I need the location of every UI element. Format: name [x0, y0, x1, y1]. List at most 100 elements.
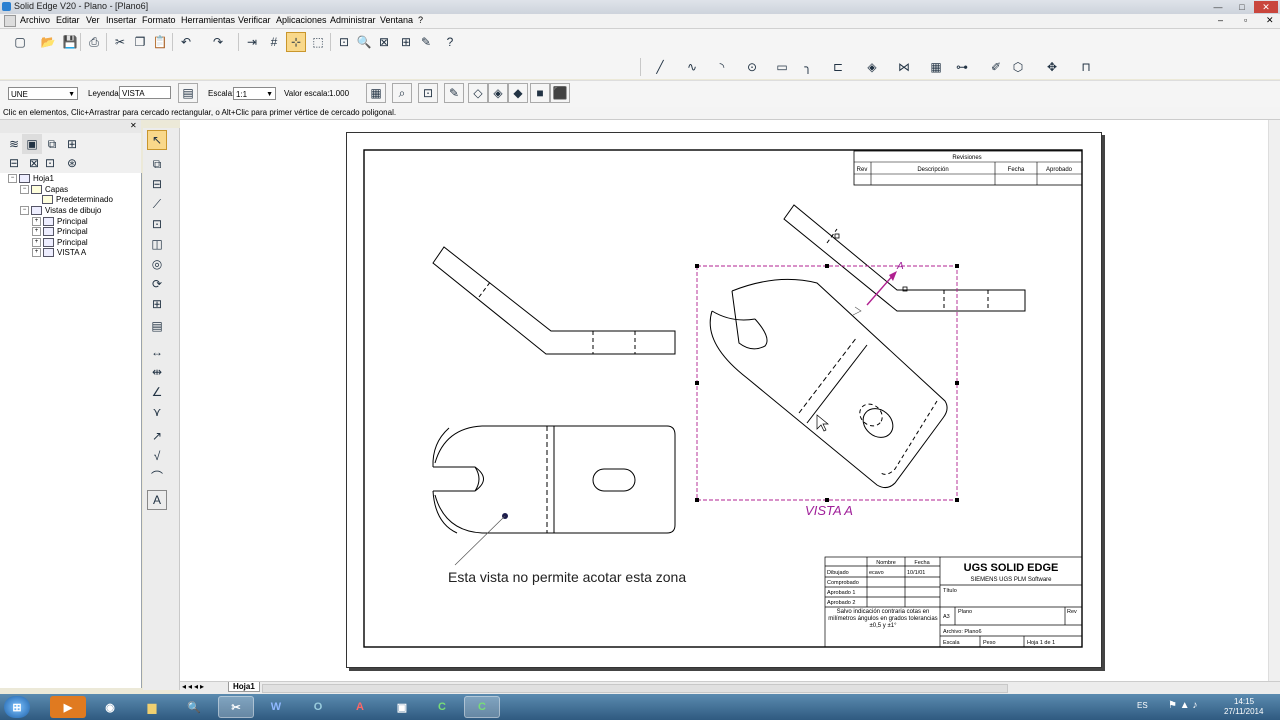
fillet-icon[interactable]: ╮ [798, 57, 818, 77]
leyenda-properties-icon[interactable]: ▤ [178, 83, 198, 103]
cut-icon[interactable]: ✂ [110, 32, 130, 52]
move-icon[interactable]: ✥ [1042, 57, 1062, 77]
taskbar-solid-edge[interactable]: C [464, 696, 500, 718]
zoom-icon[interactable]: 🔍 [354, 32, 374, 52]
panel-close-icon[interactable]: ✕ [130, 121, 137, 130]
menu-ventana[interactable]: Ventana [380, 15, 413, 25]
doc-restore-button[interactable]: ▫ [1244, 15, 1247, 25]
style-select[interactable]: UNE ▼ [8, 87, 78, 100]
copy-icon[interactable]: ❐ [130, 32, 150, 52]
text-tool-icon[interactable]: A [147, 490, 167, 510]
valor-escala-input[interactable]: 1.000 [326, 86, 358, 99]
document-icon[interactable] [4, 15, 16, 27]
view-detail-icon[interactable]: ⊡ [418, 83, 438, 103]
pattern-icon[interactable]: ⋈ [894, 57, 914, 77]
sheet-tab-hoja1[interactable]: Hoja1 [228, 682, 260, 692]
dimension-tool-icon[interactable]: ↔ [147, 342, 167, 362]
doc-minimize-button[interactable]: – [1218, 15, 1223, 25]
surface-finish-icon[interactable]: √ [147, 446, 167, 466]
save-icon[interactable]: 💾 [60, 32, 80, 52]
leader-icon[interactable]: ↗ [147, 426, 167, 446]
paste-icon[interactable]: 📋 [150, 32, 170, 52]
shade-hidden-icon[interactable]: ◈ [488, 83, 508, 103]
tool-a-icon[interactable]: ⊟ [4, 153, 24, 173]
view-edit-icon[interactable]: ✎ [444, 83, 464, 103]
menu-aplicaciones[interactable]: Aplicaciones [276, 15, 327, 25]
zoom-area-icon[interactable]: ⬚ [308, 32, 328, 52]
curve-icon[interactable]: ∿ [682, 57, 702, 77]
insert-icon[interactable]: ⊓ [1076, 57, 1096, 77]
menu-ver[interactable]: Ver [86, 15, 100, 25]
taskbar-media-player[interactable]: ▶ [50, 696, 86, 718]
fit-icon[interactable]: ⊠ [374, 32, 394, 52]
redo-icon[interactable]: ↷ [208, 32, 228, 52]
update-view-icon[interactable]: ⊞ [147, 294, 167, 314]
dimension-icon[interactable]: ⊶ [952, 57, 972, 77]
drawing-sheet[interactable]: Revisiones Rev Descripción Fecha Aprobad… [346, 132, 1102, 668]
new-file-icon[interactable]: ▢ [10, 32, 30, 52]
taskbar-desktop[interactable]: ▣ [384, 696, 420, 718]
pan-icon[interactable]: ⊞ [396, 32, 416, 52]
menu-verificar[interactable]: Verificar [238, 15, 271, 25]
distance-icon[interactable]: ⋎ [147, 402, 167, 422]
view-props-icon[interactable]: ▦ [366, 83, 386, 103]
tray-icons[interactable]: ⚑ ▲ ♪ [1168, 700, 1197, 711]
tree-capas[interactable]: − Capas [20, 185, 68, 195]
rectangle-icon[interactable]: ▭ [772, 57, 792, 77]
doc-close-button[interactable]: ✕ [1266, 15, 1274, 26]
tab-groups-icon[interactable]: ⧉ [42, 134, 62, 154]
minimize-button[interactable]: — [1206, 1, 1230, 13]
taskbar-acrobat[interactable]: A [342, 696, 378, 718]
circle-icon[interactable]: ⊙ [742, 57, 762, 77]
taskbar-excel[interactable]: C [424, 696, 460, 718]
menu-insertar[interactable]: Insertar [106, 15, 137, 25]
principal-view-icon[interactable]: ⊟ [147, 174, 167, 194]
auxiliary-view-icon[interactable]: ⟋ [147, 194, 167, 214]
sheet-nav-arrows[interactable]: ◂◂◂▸ [182, 682, 206, 691]
taskbar-magnifier[interactable]: 🔍 [176, 696, 212, 718]
close-button[interactable]: ✕ [1254, 1, 1278, 13]
hatch-icon[interactable]: ▦ [926, 57, 946, 77]
taskbar-chrome[interactable]: ◉ [92, 696, 128, 718]
zoom-window-icon[interactable]: ⊡ [334, 32, 354, 52]
leyenda-input[interactable]: VISTA [119, 86, 171, 99]
select-arrow-icon[interactable]: ↖ [147, 130, 167, 150]
detail-view-icon[interactable]: ◎ [147, 254, 167, 274]
tools-icon[interactable]: ✎ [416, 32, 436, 52]
3d-box-icon[interactable]: ⬡ [1008, 57, 1028, 77]
tab-features-icon[interactable]: ⊞ [62, 134, 82, 154]
shade-full-icon[interactable]: ⬛ [550, 83, 570, 103]
line-icon[interactable]: ╱ [650, 57, 670, 77]
shade-wire-icon[interactable]: ◇ [468, 83, 488, 103]
tree-view-2[interactable]: + Principal [32, 227, 88, 237]
maximize-button[interactable]: □ [1230, 1, 1254, 13]
menu-administrar[interactable]: Administrar [330, 15, 376, 25]
broken-view-icon[interactable]: ◫ [147, 234, 167, 254]
tab-layers-icon[interactable]: ≋ [4, 134, 24, 154]
trim-icon[interactable]: ⊏ [828, 57, 848, 77]
angle-dimension-icon[interactable]: ∠ [147, 382, 167, 402]
arc-icon[interactable]: ◝ [712, 57, 732, 77]
tree-root[interactable]: − Hoja1 [8, 174, 54, 184]
select-tool-icon[interactable]: ⊹ [286, 32, 306, 52]
taskbar-cut[interactable]: ✂ [218, 696, 254, 718]
align-icon[interactable]: ⇥ [242, 32, 262, 52]
fill-icon[interactable]: ◈ [862, 57, 882, 77]
view-zoom-icon[interactable]: ⌕ [392, 83, 412, 103]
menu-editar[interactable]: Editar [56, 15, 80, 25]
horizontal-scrollbar[interactable] [262, 684, 1008, 693]
language-indicator[interactable]: ES [1137, 701, 1148, 710]
help-icon[interactable]: ? [440, 32, 460, 52]
menu-formato[interactable]: Formato [142, 15, 176, 25]
windows-start-icon[interactable]: ⊞ [4, 696, 30, 718]
shade-visible-icon[interactable]: ◆ [508, 83, 528, 103]
dimension-chain-icon[interactable]: ⇹ [147, 362, 167, 382]
tree-predeterminado[interactable]: Predeterminado [42, 195, 113, 205]
open-folder-icon[interactable]: 📂 [38, 32, 58, 52]
tree-view-4[interactable]: + VISTA A [32, 248, 86, 258]
shade-solid-icon[interactable]: ■ [530, 83, 550, 103]
rotate-view-icon[interactable]: ⟳ [147, 274, 167, 294]
tool-d-icon[interactable]: ⊛ [62, 153, 82, 173]
frame-icon[interactable]: # [264, 32, 284, 52]
view-wizard-icon[interactable]: ⧉ [147, 154, 167, 174]
